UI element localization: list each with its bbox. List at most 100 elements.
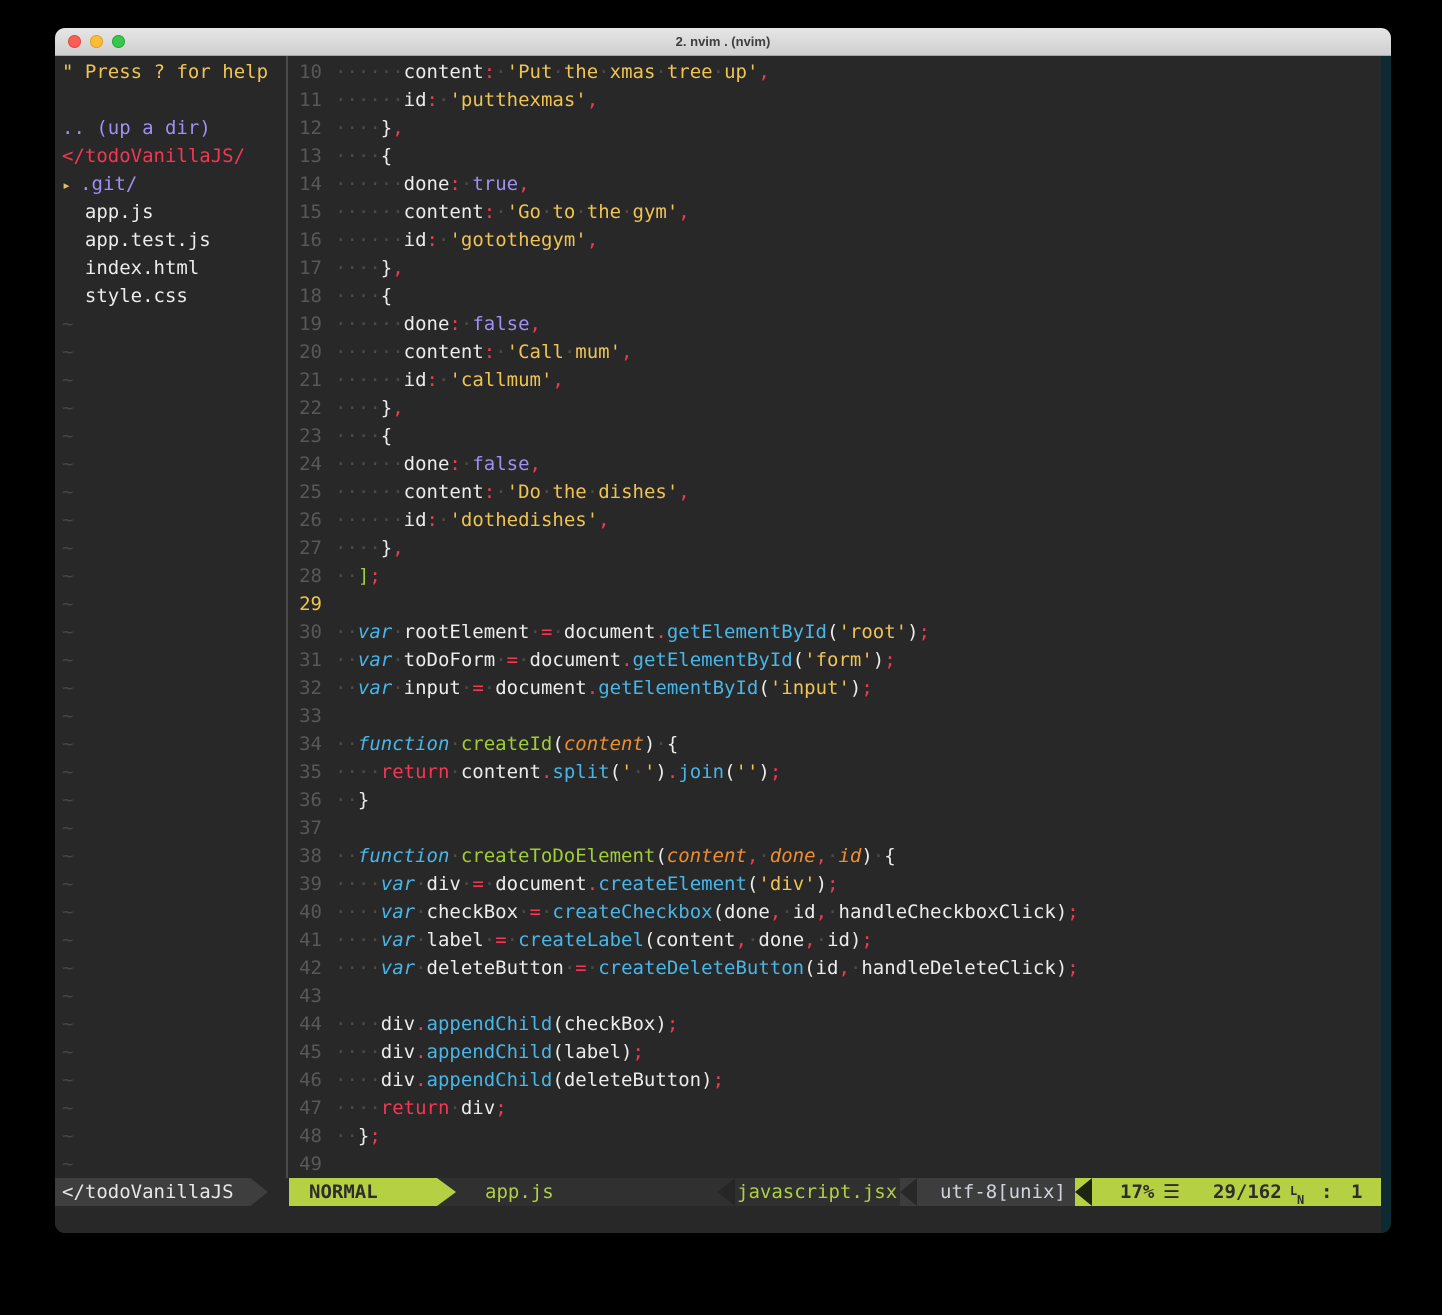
code-line[interactable]: 49 [289, 1150, 1381, 1178]
code-text: ··function·createToDoElement(content,·do… [335, 842, 1381, 870]
code-line[interactable]: 30··var·rootElement·=·document.getElemen… [289, 618, 1381, 646]
line-number: 42 [289, 954, 335, 982]
code-line[interactable]: 34··function·createId(content)·{ [289, 730, 1381, 758]
code-line[interactable]: 27····}, [289, 534, 1381, 562]
code-line[interactable]: 31··var·toDoForm·=·document.getElementBy… [289, 646, 1381, 674]
code-line[interactable]: 20······content:·'Call·mum', [289, 338, 1381, 366]
code-line[interactable]: 42····var·deleteButton·=·createDeleteBut… [289, 954, 1381, 982]
code-line[interactable]: 10······content:·'Put·the·xmas·tree·up', [289, 58, 1381, 86]
line-number: 34 [289, 730, 335, 758]
code-line[interactable]: 24······done:·false, [289, 450, 1381, 478]
code-text: ······done:·false, [335, 450, 1381, 478]
code-line[interactable]: 36··} [289, 786, 1381, 814]
code-line[interactable]: 39····var·div·=·document.createElement('… [289, 870, 1381, 898]
empty-line-tilde: ~ [55, 702, 286, 730]
command-line[interactable] [55, 1206, 1381, 1233]
code-line[interactable]: 12····}, [289, 114, 1381, 142]
code-line[interactable]: 19······done:·false, [289, 310, 1381, 338]
line-number: 14 [289, 170, 335, 198]
code-line[interactable]: 44····div.appendChild(checkBox); [289, 1010, 1381, 1038]
code-line[interactable]: 43 [289, 982, 1381, 1010]
titlebar[interactable]: 2. nvim . (nvim) [55, 28, 1391, 56]
code-line[interactable]: 33 [289, 702, 1381, 730]
code-line[interactable]: 37 [289, 814, 1381, 842]
code-text [335, 982, 1381, 1010]
window-separator[interactable] [286, 56, 288, 1178]
statusline-colon: : [1321, 1178, 1332, 1206]
line-number: 23 [289, 422, 335, 450]
tree-item[interactable]: .. (up a dir) [55, 114, 286, 142]
window-title: 2. nvim . (nvim) [55, 28, 1391, 55]
line-number: 29 [289, 590, 335, 618]
empty-line-tilde: ~ [55, 1010, 286, 1038]
code-line[interactable]: 22····}, [289, 394, 1381, 422]
line-number: 46 [289, 1066, 335, 1094]
empty-line-tilde: ~ [55, 618, 286, 646]
line-number: 20 [289, 338, 335, 366]
code-line[interactable]: 16······id:·'gotothegym', [289, 226, 1381, 254]
empty-line-tilde: ~ [55, 310, 286, 338]
tree-item[interactable]: app.js [55, 198, 286, 226]
code-line[interactable]: 48··}; [289, 1122, 1381, 1150]
code-line[interactable]: 14······done:·true, [289, 170, 1381, 198]
empty-line-tilde: ~ [55, 842, 286, 870]
code-text: ····}, [335, 254, 1381, 282]
code-line[interactable]: 17····}, [289, 254, 1381, 282]
empty-line-tilde: ~ [55, 898, 286, 926]
scrollbar-track[interactable] [1381, 56, 1391, 1233]
terminal-window: 2. nvim . (nvim) " Press ? for help .. (u… [55, 28, 1391, 1233]
code-line[interactable]: 29 [289, 590, 1381, 618]
code-line[interactable]: 35····return·content.split('·').join('')… [289, 758, 1381, 786]
code-line[interactable]: 32··var·input·=·document.getElementById(… [289, 674, 1381, 702]
editor-buffer[interactable]: 10······content:·'Put·the·xmas·tree·up',… [289, 58, 1381, 1178]
code-line[interactable]: 46····div.appendChild(deleteButton); [289, 1066, 1381, 1094]
code-line[interactable]: 45····div.appendChild(label); [289, 1038, 1381, 1066]
line-number: 45 [289, 1038, 335, 1066]
code-line[interactable]: 47····return·div; [289, 1094, 1381, 1122]
code-text: ··function·createId(content)·{ [335, 730, 1381, 758]
line-number: 31 [289, 646, 335, 674]
code-line[interactable]: 28··]; [289, 562, 1381, 590]
code-line[interactable]: 21······id:·'callmum', [289, 366, 1381, 394]
tree-item[interactable] [55, 86, 286, 114]
empty-line-tilde: ~ [55, 562, 286, 590]
line-number: 13 [289, 142, 335, 170]
code-line[interactable]: 38··function·createToDoElement(content,·… [289, 842, 1381, 870]
tree-item[interactable]: </todoVanillaJS/ [55, 142, 286, 170]
code-line[interactable]: 15······content:·'Go·to·the·gym', [289, 198, 1381, 226]
tree-item[interactable]: app.test.js [55, 226, 286, 254]
empty-line-tilde: ~ [55, 1122, 286, 1150]
code-line[interactable]: 26······id:·'dothedishes', [289, 506, 1381, 534]
line-number: 33 [289, 702, 335, 730]
code-line[interactable]: 23····{ [289, 422, 1381, 450]
code-text: ······id:·'dothedishes', [335, 506, 1381, 534]
code-line[interactable]: 25······content:·'Do·the·dishes', [289, 478, 1381, 506]
code-text: ····div.appendChild(deleteButton); [335, 1066, 1381, 1094]
tree-item[interactable]: ▸ .git/ [55, 170, 286, 198]
empty-line-tilde: ~ [55, 422, 286, 450]
code-text: ····div.appendChild(checkBox); [335, 1010, 1381, 1038]
statusline-encoding: utf-8[unix] [940, 1178, 1066, 1206]
code-text: ······done:·false, [335, 310, 1381, 338]
code-line[interactable]: 11······id:·'putthexmas', [289, 86, 1381, 114]
line-number: 11 [289, 86, 335, 114]
empty-line-tilde: ~ [55, 730, 286, 758]
line-number: 24 [289, 450, 335, 478]
code-text: ····var·deleteButton·=·createDeleteButto… [335, 954, 1381, 982]
code-line[interactable]: 40····var·checkBox·=·createCheckbox(done… [289, 898, 1381, 926]
code-text: ····var·div·=·document.createElement('di… [335, 870, 1381, 898]
code-text: ······content:·'Put·the·xmas·tree·up', [335, 58, 1381, 86]
empty-line-tilde: ~ [55, 590, 286, 618]
empty-line-tilde: ~ [55, 450, 286, 478]
code-line[interactable]: 41····var·label·=·createLabel(content,·d… [289, 926, 1381, 954]
code-text: ··} [335, 786, 1381, 814]
tree-item[interactable]: index.html [55, 254, 286, 282]
statusline-column: 1 [1351, 1178, 1362, 1206]
code-text: ····}, [335, 534, 1381, 562]
tree-item[interactable]: " Press ? for help [55, 58, 286, 86]
tree-item[interactable]: style.css [55, 282, 286, 310]
line-number: 49 [289, 1150, 335, 1178]
nerdtree-sidebar[interactable]: " Press ? for help .. (up a dir)</todoVan… [55, 58, 286, 1178]
code-line[interactable]: 13····{ [289, 142, 1381, 170]
code-line[interactable]: 18····{ [289, 282, 1381, 310]
